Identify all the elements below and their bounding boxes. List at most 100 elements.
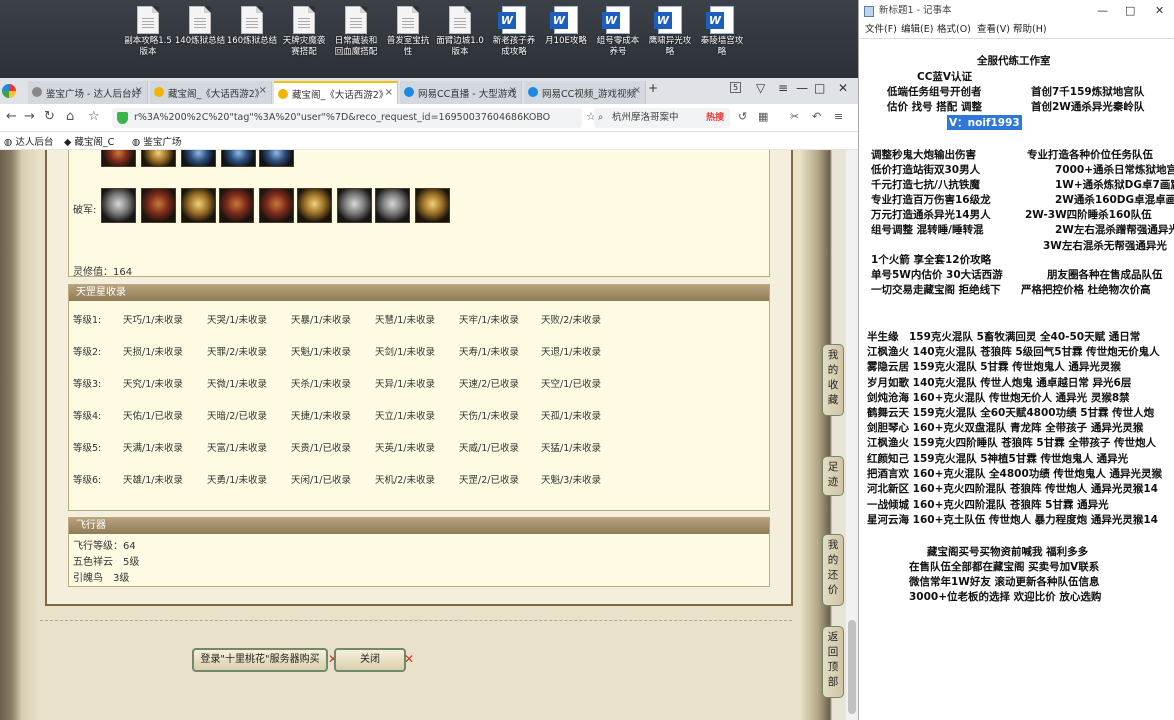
desktop-icon-label: 鹰啸异光攻 略 [648,36,692,57]
notepad-titlebar: 新标题1 - 记事本 — □ ✕ [859,0,1174,22]
home-icon[interactable]: ⌂ [66,109,74,124]
desktop-file-icon[interactable]: 160炼狱总结 [224,6,280,47]
desktop-file-icon[interactable]: 日常藏装和 回血魔搭配 [328,6,384,58]
notepad-text-area[interactable]: 全服代练工作室 CC蓝V认证 低端任务组号开创者 首创7千159炼狱地宫队 估价 找号 … [859,38,1174,720]
text-line: 半生缘 159克火混队 5畜牧满回灵 全40-50天赋 通日常 [867,331,1141,343]
refresh-alt-icon[interactable]: ↺ [738,110,747,123]
tiangang-entry: 天败/2/未收录 [541,315,601,326]
text-line: 3W左右混杀无帮强通异光 [1043,240,1167,252]
tab-cangbaoge-2[interactable]: 藏宝阁_《大话西游2》 × [274,81,398,104]
text-line: 岁月如歌 140克火混队 传世人炮鬼 通卓越日常 异光6层 [867,377,1132,389]
desktop-file-icon[interactable]: 140炼狱总结 [172,6,228,47]
notepad-title: 新标题1 - 记事本 [879,5,952,16]
tiangang-entry: 天暴/1/未收录 [291,315,351,326]
selected-text-line: V：noif1993 [947,115,1022,130]
more-menu-icon[interactable]: ≡ [834,110,843,123]
desktop-file-icon[interactable]: 面臂边城1.0 版本 [432,6,488,58]
back-to-top-button[interactable]: 返回顶部 [822,626,844,698]
hot-search-badge[interactable]: 热搜 [706,108,724,128]
bojun-item-icon[interactable] [101,188,136,223]
tiangang-entry: 天满/1/未收录 [123,443,183,454]
close-icon[interactable]: × [509,85,517,96]
new-tab-button[interactable]: + [648,81,658,95]
tab-cc-video[interactable]: 网易CC视频_游戏视频 × [524,81,646,104]
minimize-button[interactable]: — [796,81,808,95]
bookmark-item[interactable]: ◆ 藏宝阁_C [64,134,114,148]
grid-icon[interactable]: ▦ [758,110,768,123]
menu-format[interactable]: 格式(O) [937,22,971,38]
close-icon[interactable]: × [385,87,393,98]
text-line: 组号调整 混转睡/睡转混 [871,224,984,236]
forward-icon[interactable]: → [24,109,35,124]
bookmark-item[interactable]: ◍ 达人后台 [4,134,53,148]
scrollbar-thumb[interactable] [848,620,856,714]
tiangang-entry: 天损/1/未收录 [123,347,183,358]
close-icon[interactable]: × [633,85,641,96]
text-line: 雾隐云居 159克火混队 5甘霖 传世炮鬼人 通异光灵猴 [867,361,1121,373]
desktop-file-icon[interactable]: 天牌灾魔袭 赛搭配 [276,6,332,58]
menu-view[interactable]: 查看(V) [977,22,1010,38]
desktop-word-icon[interactable]: W 鹰啸异光攻 略 [642,6,698,58]
tab-jianbao[interactable]: 鉴宝广场 - 达人后台好 × [28,81,148,104]
close-icon[interactable]: × [259,85,267,96]
desktop-word-icon[interactable]: W 月10E攻略 [538,6,594,47]
maximize-button[interactable]: □ [814,81,825,95]
undo-icon[interactable]: ↶ [812,110,821,123]
flying-panel: 飞行器 飞行等级：64 五色祥云 5级 引魄鸟 3级 [68,517,770,587]
tab-cangbaoge-1[interactable]: 藏宝阁_《大话西游2》 × [150,81,272,104]
menu-icon[interactable]: ≡ [778,81,788,95]
bojun-item-icon[interactable] [259,188,294,223]
desktop-word-icon[interactable]: W 组号零成本 养号 [590,6,646,58]
bojun-item-icon[interactable] [337,188,372,223]
my-counteroffer-button[interactable]: 我的还价 [822,534,844,606]
desktop-file-icon[interactable]: 普发室宝抗 性 [380,6,436,58]
tiangang-entry: 天机/2/未收录 [375,475,435,486]
refresh-icon[interactable]: ↻ [44,109,55,124]
url-input[interactable]: r%3A%200%2C%20"tag"%3A%20"user"%7D&reco_… [112,108,582,128]
desktop: 副本攻略1.5 版本 140炼狱总结 160炼狱总结 天牌灾魔袭 赛搭配 日常藏… [0,0,860,78]
bojun-item-icon[interactable] [181,188,216,223]
equipment-item-icon[interactable] [141,150,176,167]
minimize-button[interactable]: — [1097,0,1108,22]
text-line: 剑炖沧海 160+克火混队 传世炮无价人 通异光 灵猴8禁 [867,392,1130,404]
equipment-item-icon[interactable] [259,150,294,167]
equipment-item-icon[interactable] [181,150,216,167]
bojun-item-icon[interactable] [375,188,410,223]
close-button[interactable]: 关闭 [334,648,406,672]
text-line: 河北新区 160+克火四阶混队 苍狼阵 传世炮人 通异光灵猴14 [867,483,1158,495]
tab-cc-live[interactable]: 网易CC直播 - 大型游戏 × [400,81,522,104]
tiangang-entry: 天退/1/未收录 [541,347,601,358]
close-window-button[interactable]: ✕ [1155,0,1164,22]
shield-menu-icon[interactable]: ▽ [756,81,765,95]
text-line: 在售队伍全部都在藏宝阁 买卖号加V联系 [909,561,1100,573]
footprint-button[interactable]: 足迹 [822,456,844,496]
menu-help[interactable]: 帮助(H) [1013,22,1047,38]
menu-edit[interactable]: 编辑(E) [901,22,933,38]
tiangang-entry: 天罪/2/未收录 [207,347,267,358]
desktop-file-icon[interactable]: 副本攻略1.5 版本 [120,6,176,58]
text-line: 江枫渔火 159克火四阶睡队 苍狼阵 5甘霖 全带孩子 传世炮人 [867,437,1157,449]
desktop-word-icon[interactable]: W 秦陵墙宫攻 略 [694,6,750,58]
bookmark-star-icon[interactable]: ☆ [88,109,100,124]
tiangang-entry: 天捷/1/未收录 [291,411,351,422]
bojun-item-icon[interactable] [219,188,254,223]
back-icon[interactable]: ← [6,109,17,124]
bojun-item-icon[interactable] [141,188,176,223]
tab-count-icon[interactable]: 5 [730,82,742,93]
equipment-item-icon[interactable] [221,150,256,167]
text-line: 星河云海 160+克土队伍 传世炮人 暴力程度炮 通异光灵猴14 [867,514,1158,526]
menu-file[interactable]: 文件(F) [865,22,897,38]
equipment-item-icon[interactable] [101,150,136,167]
buy-on-server-button[interactable]: 登录"十里桃花"服务器购买 [192,648,328,672]
desktop-icon-label: 秦陵墙宫攻 略 [700,36,744,57]
desktop-word-icon[interactable]: W 新老孩子养 成攻略 [486,6,542,58]
my-favorites-button[interactable]: 我的收藏 [822,344,844,416]
bojun-item-icon[interactable] [297,188,332,223]
search-input[interactable]: ⌕ 杭州摩洛哥案中 热搜 [594,108,730,128]
maximize-button[interactable]: □ [1125,0,1135,22]
scissors-icon[interactable]: ✂ [790,110,799,123]
bojun-item-icon[interactable] [415,188,450,223]
bookmark-item[interactable]: ◍ 鉴宝广场 [132,134,181,148]
close-icon[interactable]: × [135,85,143,96]
close-window-button[interactable]: ✕ [838,81,848,95]
